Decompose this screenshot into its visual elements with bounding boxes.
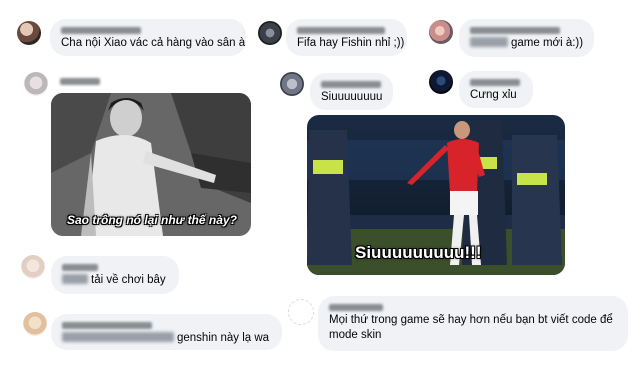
- commenter-name[interactable]: [62, 262, 168, 273]
- redacted-text: [62, 274, 88, 284]
- avatar[interactable]: [288, 299, 314, 325]
- comment-text: game mới à:)): [470, 36, 583, 51]
- comment-text: Mọi thứ trong game sẽ hay hơn nếu bạn bt…: [329, 314, 613, 341]
- comment-text: Cha nội Xiao vác cả hàng vào sân à: [61, 37, 246, 49]
- meme-caption: Siuuuuuuuuu!!!: [355, 243, 482, 262]
- avatar[interactable]: [23, 312, 47, 336]
- redacted-text: [62, 332, 174, 342]
- comment-bubble: Fifa hay Fishin nhỉ ;)): [286, 19, 407, 56]
- comment-bubble: Cưng xỉu: [459, 71, 533, 108]
- avatar[interactable]: [429, 20, 453, 44]
- comment-text: Siuuuuuuuu: [321, 91, 383, 103]
- comment-bubble: game mới à:)): [459, 19, 594, 57]
- commenter-name[interactable]: [61, 25, 235, 36]
- commenter-name[interactable]: [329, 302, 617, 313]
- meme-caption: Sao trông nó lại như thế này?: [67, 213, 237, 227]
- comment-text: tải về chơi bây: [62, 273, 168, 288]
- comment-text: Fifa hay Fishin nhỉ ;)): [297, 37, 405, 49]
- commenter-name[interactable]: [60, 76, 100, 87]
- redacted-text: [470, 37, 508, 47]
- meme-image-siuuu[interactable]: Siuuuuuuuuu!!!: [307, 115, 565, 275]
- comment-bubble: Siuuuuuuuu: [310, 73, 393, 110]
- comment-text: genshin này lạ wa: [62, 331, 271, 346]
- commenter-name[interactable]: [321, 79, 382, 90]
- avatar[interactable]: [429, 70, 453, 94]
- avatar[interactable]: [17, 21, 41, 45]
- avatar[interactable]: [258, 21, 282, 45]
- commenter-name[interactable]: [470, 25, 583, 36]
- comment-bubble: genshin này lạ wa: [51, 314, 282, 350]
- comment-bubble: Mọi thứ trong game sẽ hay hơn nếu bạn bt…: [318, 296, 628, 351]
- avatar[interactable]: [280, 72, 304, 96]
- commenter-name[interactable]: [470, 77, 522, 88]
- comment-bubble: tải về chơi bây: [51, 256, 179, 294]
- comment-text: Cưng xỉu: [470, 89, 517, 101]
- avatar[interactable]: [24, 72, 48, 96]
- commenter-name[interactable]: [62, 320, 271, 331]
- meme-image-sao-trong[interactable]: Sao trông nó lại như thế này?: [51, 93, 251, 236]
- comment-bubble: Cha nội Xiao vác cả hàng vào sân à: [50, 19, 246, 56]
- avatar[interactable]: [21, 255, 45, 279]
- commenter-name[interactable]: [297, 25, 396, 36]
